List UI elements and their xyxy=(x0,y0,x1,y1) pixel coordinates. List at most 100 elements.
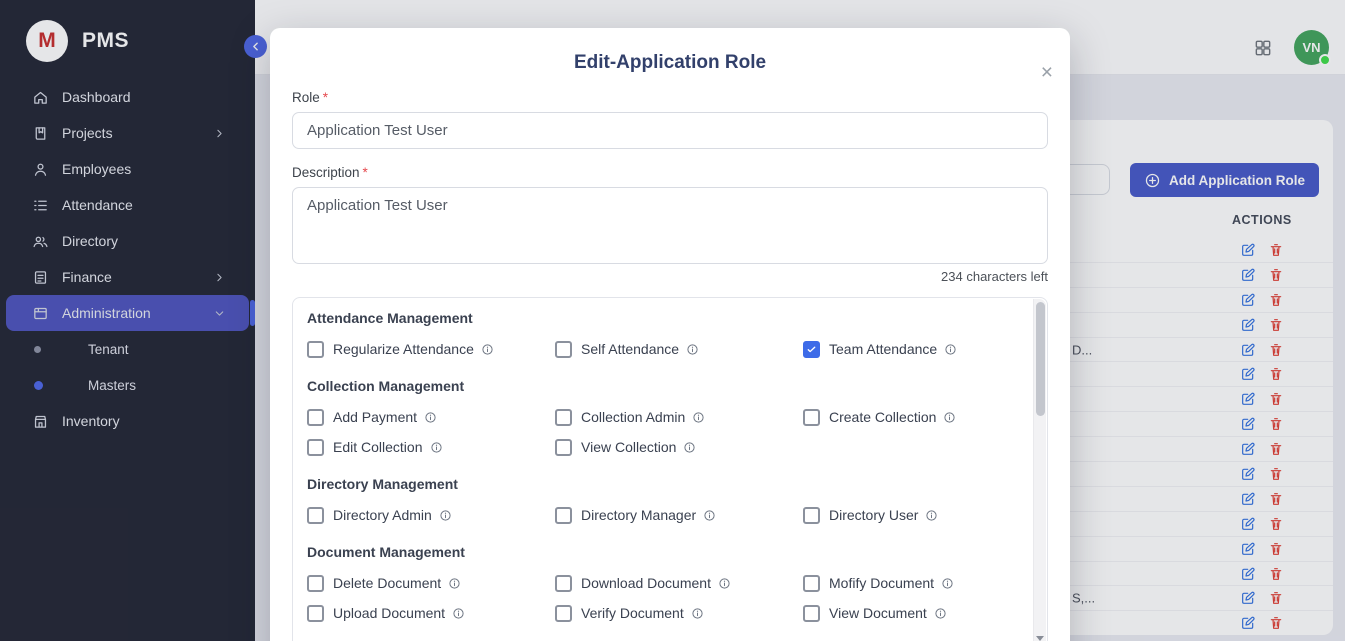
permission-label: Collection Admin xyxy=(581,409,685,425)
permission-group-title: Collection Management xyxy=(307,378,1017,394)
edit-application-role-modal: × Edit-Application Role Role* Descriptio… xyxy=(270,28,1070,641)
checkbox[interactable] xyxy=(307,575,324,592)
checkbox[interactable] xyxy=(555,439,572,456)
permission-upload-document[interactable]: Upload Document xyxy=(307,598,555,628)
info-icon[interactable] xyxy=(424,411,437,424)
permission-mofify-document[interactable]: Mofify Document xyxy=(803,568,1017,598)
description-label: Description* xyxy=(292,165,1048,180)
permission-label: Self Attendance xyxy=(581,341,679,357)
info-icon[interactable] xyxy=(430,441,443,454)
checkbox[interactable] xyxy=(555,341,572,358)
permission-label: Team Attendance xyxy=(829,341,937,357)
info-icon[interactable] xyxy=(925,509,938,522)
permission-collection-admin[interactable]: Collection Admin xyxy=(555,402,803,432)
check-icon xyxy=(806,344,817,355)
arrow-down-icon xyxy=(1036,636,1044,641)
info-icon[interactable] xyxy=(934,607,947,620)
permission-label: View Document xyxy=(829,605,927,621)
checkbox[interactable] xyxy=(555,575,572,592)
checkbox[interactable] xyxy=(555,409,572,426)
role-label-text: Role xyxy=(292,90,320,105)
info-icon[interactable] xyxy=(718,577,731,590)
permission-directory-manager[interactable]: Directory Manager xyxy=(555,500,803,530)
checkbox[interactable] xyxy=(803,409,820,426)
checkbox[interactable] xyxy=(307,341,324,358)
permissions-panel: Attendance Management Regularize Attendan… xyxy=(292,297,1048,641)
permissions-scrollbar[interactable] xyxy=(1033,299,1046,641)
screen: M PMS DashboardProjectsEmployeesAttendan… xyxy=(0,0,1345,641)
permission-label: View Collection xyxy=(581,439,676,455)
permissions-list: Attendance Management Regularize Attendan… xyxy=(307,310,1017,628)
permission-view-document[interactable]: View Document xyxy=(803,598,1017,628)
checkbox[interactable] xyxy=(555,507,572,524)
permission-group-title: Document Management xyxy=(307,544,1017,560)
modal-body: Role* Description* Application Test User… xyxy=(270,90,1070,641)
scroll-down-button[interactable] xyxy=(1034,632,1046,641)
permission-label: Download Document xyxy=(581,575,711,591)
permission-grid: Regularize Attendance Self Attendance Team… xyxy=(307,334,1017,364)
permission-label: Delete Document xyxy=(333,575,441,591)
permission-label: Regularize Attendance xyxy=(333,341,474,357)
required-asterisk: * xyxy=(323,90,328,105)
info-icon[interactable] xyxy=(686,343,699,356)
checkbox[interactable] xyxy=(307,605,324,622)
checkbox[interactable] xyxy=(307,439,324,456)
permission-grid: Directory Admin Directory Manager Director… xyxy=(307,500,1017,530)
permission-team-attendance[interactable]: Team Attendance xyxy=(803,334,1017,364)
permission-label: Directory Admin xyxy=(333,507,432,523)
permission-group-attendance-management: Attendance Management Regularize Attendan… xyxy=(307,310,1017,364)
description-label-text: Description xyxy=(292,165,360,180)
close-icon[interactable]: × xyxy=(1041,62,1053,83)
permission-self-attendance[interactable]: Self Attendance xyxy=(555,334,803,364)
checkbox[interactable] xyxy=(803,575,820,592)
permission-verify-document[interactable]: Verify Document xyxy=(555,598,803,628)
permission-label: Add Payment xyxy=(333,409,417,425)
permission-group-title: Attendance Management xyxy=(307,310,1017,326)
info-icon[interactable] xyxy=(439,509,452,522)
permission-download-document[interactable]: Download Document xyxy=(555,568,803,598)
permission-label: Directory Manager xyxy=(581,507,696,523)
permission-label: Mofify Document xyxy=(829,575,934,591)
modal-title: Edit-Application Role xyxy=(270,28,1070,74)
info-icon[interactable] xyxy=(692,411,705,424)
permission-group-directory-management: Directory ManagementDirectory AdminDirec… xyxy=(307,476,1017,530)
info-icon[interactable] xyxy=(703,509,716,522)
permission-grid: Add Payment Collection Admin Create Collec… xyxy=(307,402,1017,462)
info-icon[interactable] xyxy=(941,577,954,590)
description-textarea[interactable]: Application Test User xyxy=(292,187,1048,264)
required-asterisk: * xyxy=(363,165,368,180)
info-icon[interactable] xyxy=(943,411,956,424)
permission-regularize-attendance[interactable]: Regularize Attendance xyxy=(307,334,555,364)
permission-add-payment[interactable]: Add Payment xyxy=(307,402,555,432)
checkbox[interactable] xyxy=(803,605,820,622)
permission-group-document-management: Document Management Delete Document Downlo… xyxy=(307,544,1017,628)
permission-label: Create Collection xyxy=(829,409,936,425)
permission-group-title: Directory Management xyxy=(307,476,1017,492)
permission-label: Directory User xyxy=(829,507,918,523)
permission-directory-admin[interactable]: Directory Admin xyxy=(307,500,555,530)
permission-group-collection-management: Collection Management Add Payment Collecti… xyxy=(307,378,1017,462)
permission-label: Verify Document xyxy=(581,605,684,621)
permission-edit-collection[interactable]: Edit Collection xyxy=(307,432,555,462)
permission-label: Edit Collection xyxy=(333,439,423,455)
info-icon[interactable] xyxy=(691,607,704,620)
scrollbar-thumb[interactable] xyxy=(1036,302,1045,416)
role-label: Role* xyxy=(292,90,1048,105)
checkbox[interactable] xyxy=(803,341,820,358)
permission-create-collection[interactable]: Create Collection xyxy=(803,402,1017,432)
info-icon[interactable] xyxy=(683,441,696,454)
checkbox[interactable] xyxy=(307,409,324,426)
info-icon[interactable] xyxy=(481,343,494,356)
checkbox[interactable] xyxy=(555,605,572,622)
permission-label: Upload Document xyxy=(333,605,445,621)
info-icon[interactable] xyxy=(452,607,465,620)
checkbox[interactable] xyxy=(803,507,820,524)
permission-grid: Delete Document Download Document Mofify D… xyxy=(307,568,1017,628)
info-icon[interactable] xyxy=(448,577,461,590)
checkbox[interactable] xyxy=(307,507,324,524)
permission-view-collection[interactable]: View Collection xyxy=(555,432,803,462)
permission-directory-user[interactable]: Directory User xyxy=(803,500,1017,530)
info-icon[interactable] xyxy=(944,343,957,356)
permission-delete-document[interactable]: Delete Document xyxy=(307,568,555,598)
role-input[interactable] xyxy=(292,112,1048,149)
